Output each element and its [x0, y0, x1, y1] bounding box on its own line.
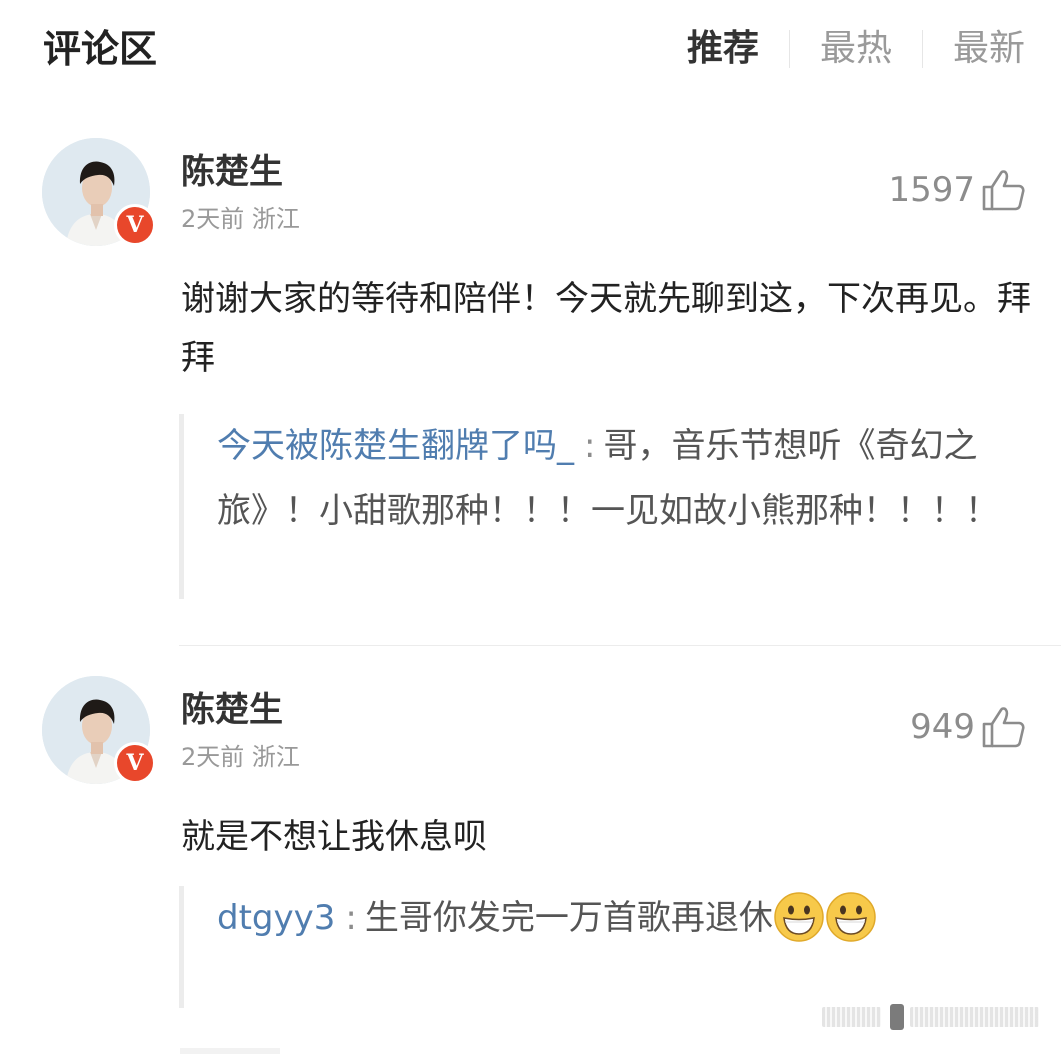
reply-separator: : — [345, 898, 357, 938]
tab-hottest[interactable]: 最热 — [790, 24, 922, 74]
like-button[interactable]: 1597 — [888, 168, 1027, 212]
avatar[interactable]: V — [42, 138, 156, 246]
comment-meta: 2天前 浙江 — [181, 205, 300, 233]
comment-text: 就是不想让我休息呗 — [181, 817, 487, 857]
reply-text: 生哥你发完一万首歌再退休 — [364, 898, 773, 938]
comment-header: 评论区 推荐 最热 最新 — [0, 0, 1061, 100]
reply-separator: : — [584, 426, 596, 466]
reply-preview[interactable]: dtgyy3: 生哥你发完一万首歌再退休 — [179, 886, 1031, 1008]
bottom-edge-strip — [180, 1048, 280, 1054]
verified-badge-icon: V — [114, 742, 156, 784]
comments-section-title: 评论区 — [43, 27, 158, 71]
verified-badge-icon: V — [114, 204, 156, 246]
grinning-face-emoji-icon — [773, 891, 825, 943]
sort-tabs: 推荐 最热 最新 — [657, 24, 1025, 74]
comment-text: 谢谢大家的等待和陪伴！今天就先聊到这，下次再见。拜拜 — [181, 279, 1031, 378]
like-button[interactable]: 949 — [910, 705, 1027, 749]
thumbs-up-icon — [981, 705, 1027, 749]
tab-recommended[interactable]: 推荐 — [657, 24, 789, 74]
watermark — [822, 1004, 1042, 1030]
thumbs-up-icon — [981, 168, 1027, 212]
reply-username[interactable]: dtgyy3 — [217, 898, 335, 938]
tab-newest[interactable]: 最新 — [923, 24, 1025, 74]
like-count: 1597 — [888, 170, 975, 210]
comment-username[interactable]: 陈楚生 — [181, 150, 283, 194]
reply-preview[interactable]: 今天被陈楚生翻牌了吗_: 哥，音乐节想听《奇幻之旅》！小甜歌那种！！！一见如故小熊… — [179, 414, 1031, 599]
reply-username[interactable]: 今天被陈楚生翻牌了吗_ — [217, 426, 574, 466]
comment-divider — [179, 645, 1061, 646]
avatar[interactable]: V — [42, 676, 156, 784]
comment-username[interactable]: 陈楚生 — [181, 688, 283, 732]
like-count: 949 — [910, 707, 975, 747]
comment-meta: 2天前 浙江 — [181, 743, 300, 771]
grinning-face-emoji-icon — [825, 891, 877, 943]
